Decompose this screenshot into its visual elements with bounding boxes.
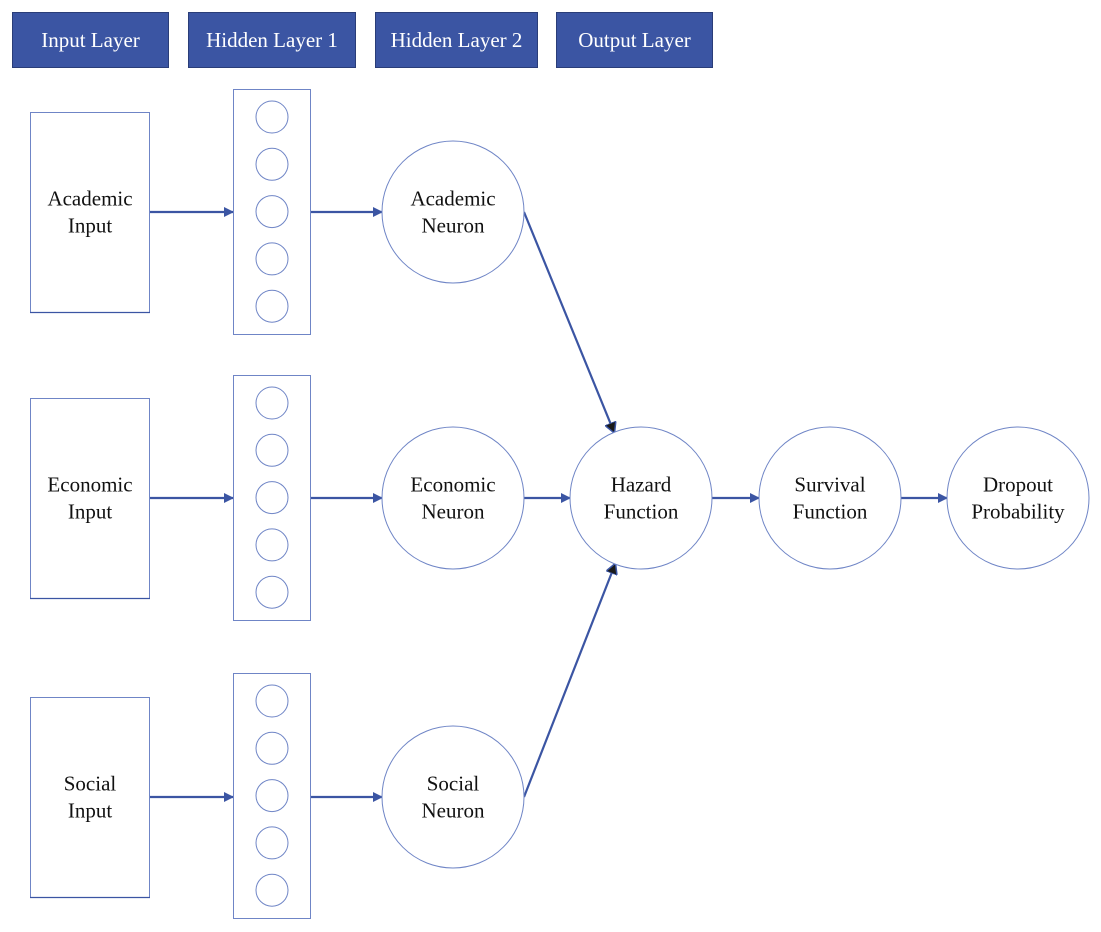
hidden-neuron bbox=[255, 779, 289, 813]
economic-input: Economic Input bbox=[30, 398, 150, 600]
social-input-label-line: Input bbox=[68, 799, 112, 823]
hidden-neuron bbox=[255, 575, 289, 609]
academic-input-label-line: Input bbox=[68, 214, 112, 238]
hidden-group-3 bbox=[233, 673, 311, 919]
economic-neuron-circle bbox=[381, 426, 525, 570]
economic-neuron-label-line: Economic bbox=[410, 473, 495, 497]
economic-input-box bbox=[30, 398, 150, 599]
hidden-group-1 bbox=[233, 89, 311, 335]
social-input-box bbox=[30, 697, 150, 898]
hidden-neuron bbox=[255, 195, 289, 229]
economic-input-label-line: Input bbox=[68, 500, 112, 524]
network-diagram: Academic InputEconomic InputSocial InputAca… bbox=[30, 89, 1090, 919]
hazard-function-label-line: Hazard bbox=[611, 473, 672, 497]
survival-function: Survival Function bbox=[758, 426, 902, 570]
hidden-neuron bbox=[255, 433, 289, 467]
academic-neuron-label-line: Academic bbox=[410, 187, 495, 211]
social-neuron-label-line: Social bbox=[427, 772, 480, 796]
economic-input-label-line: Economic bbox=[47, 473, 132, 497]
survival-function-label-line: Survival bbox=[794, 473, 865, 497]
dropout-probability-circle bbox=[946, 426, 1090, 570]
social-input-label-line: Social bbox=[64, 772, 117, 796]
dropout-probability-label-line: Probability bbox=[971, 500, 1065, 524]
hidden-neuron bbox=[255, 289, 289, 323]
hidden-neuron bbox=[255, 684, 289, 718]
economic-neuron: Economic Neuron bbox=[381, 426, 525, 570]
survival-function-label-line: Function bbox=[793, 500, 868, 524]
hidden-neuron bbox=[255, 100, 289, 134]
dropout-probability: Dropout Probability bbox=[946, 426, 1090, 570]
dropout-probability-label-line: Dropout bbox=[983, 473, 1053, 497]
hidden-neuron bbox=[255, 481, 289, 515]
social-input: Social Input bbox=[30, 697, 150, 899]
academic-neuron-label-line: Neuron bbox=[422, 214, 485, 238]
hidden-neuron bbox=[255, 826, 289, 860]
academic-input-box bbox=[30, 112, 150, 313]
hidden-neuron bbox=[255, 242, 289, 276]
social-neuron-label-line: Neuron bbox=[422, 799, 485, 823]
social-neuron: Social Neuron bbox=[381, 725, 525, 869]
hidden-group-2 bbox=[233, 375, 311, 621]
hazard-function-circle bbox=[569, 426, 713, 570]
hazard-function: Hazard Function bbox=[569, 426, 713, 570]
hidden-neuron bbox=[255, 731, 289, 765]
hidden-neuron bbox=[255, 386, 289, 420]
hidden-neuron bbox=[255, 147, 289, 181]
hidden-neuron bbox=[255, 873, 289, 907]
academic-neuron: Academic Neuron bbox=[381, 140, 525, 284]
social-neuron-circle bbox=[381, 725, 525, 869]
academic-neuron-circle bbox=[381, 140, 525, 284]
hidden-neuron bbox=[255, 528, 289, 562]
academic-input-label-line: Academic bbox=[47, 187, 132, 211]
economic-neuron-label-line: Neuron bbox=[422, 500, 485, 524]
survival-function-circle bbox=[758, 426, 902, 570]
nodes: Academic InputEconomic InputSocial InputAca… bbox=[30, 89, 1090, 919]
edge-academic-neuron-to-hazard-function bbox=[522, 211, 614, 432]
edge-social-neuron-to-hazard-function bbox=[522, 564, 615, 798]
academic-input: Academic Input bbox=[30, 112, 150, 314]
hazard-function-label-line: Function bbox=[604, 500, 679, 524]
